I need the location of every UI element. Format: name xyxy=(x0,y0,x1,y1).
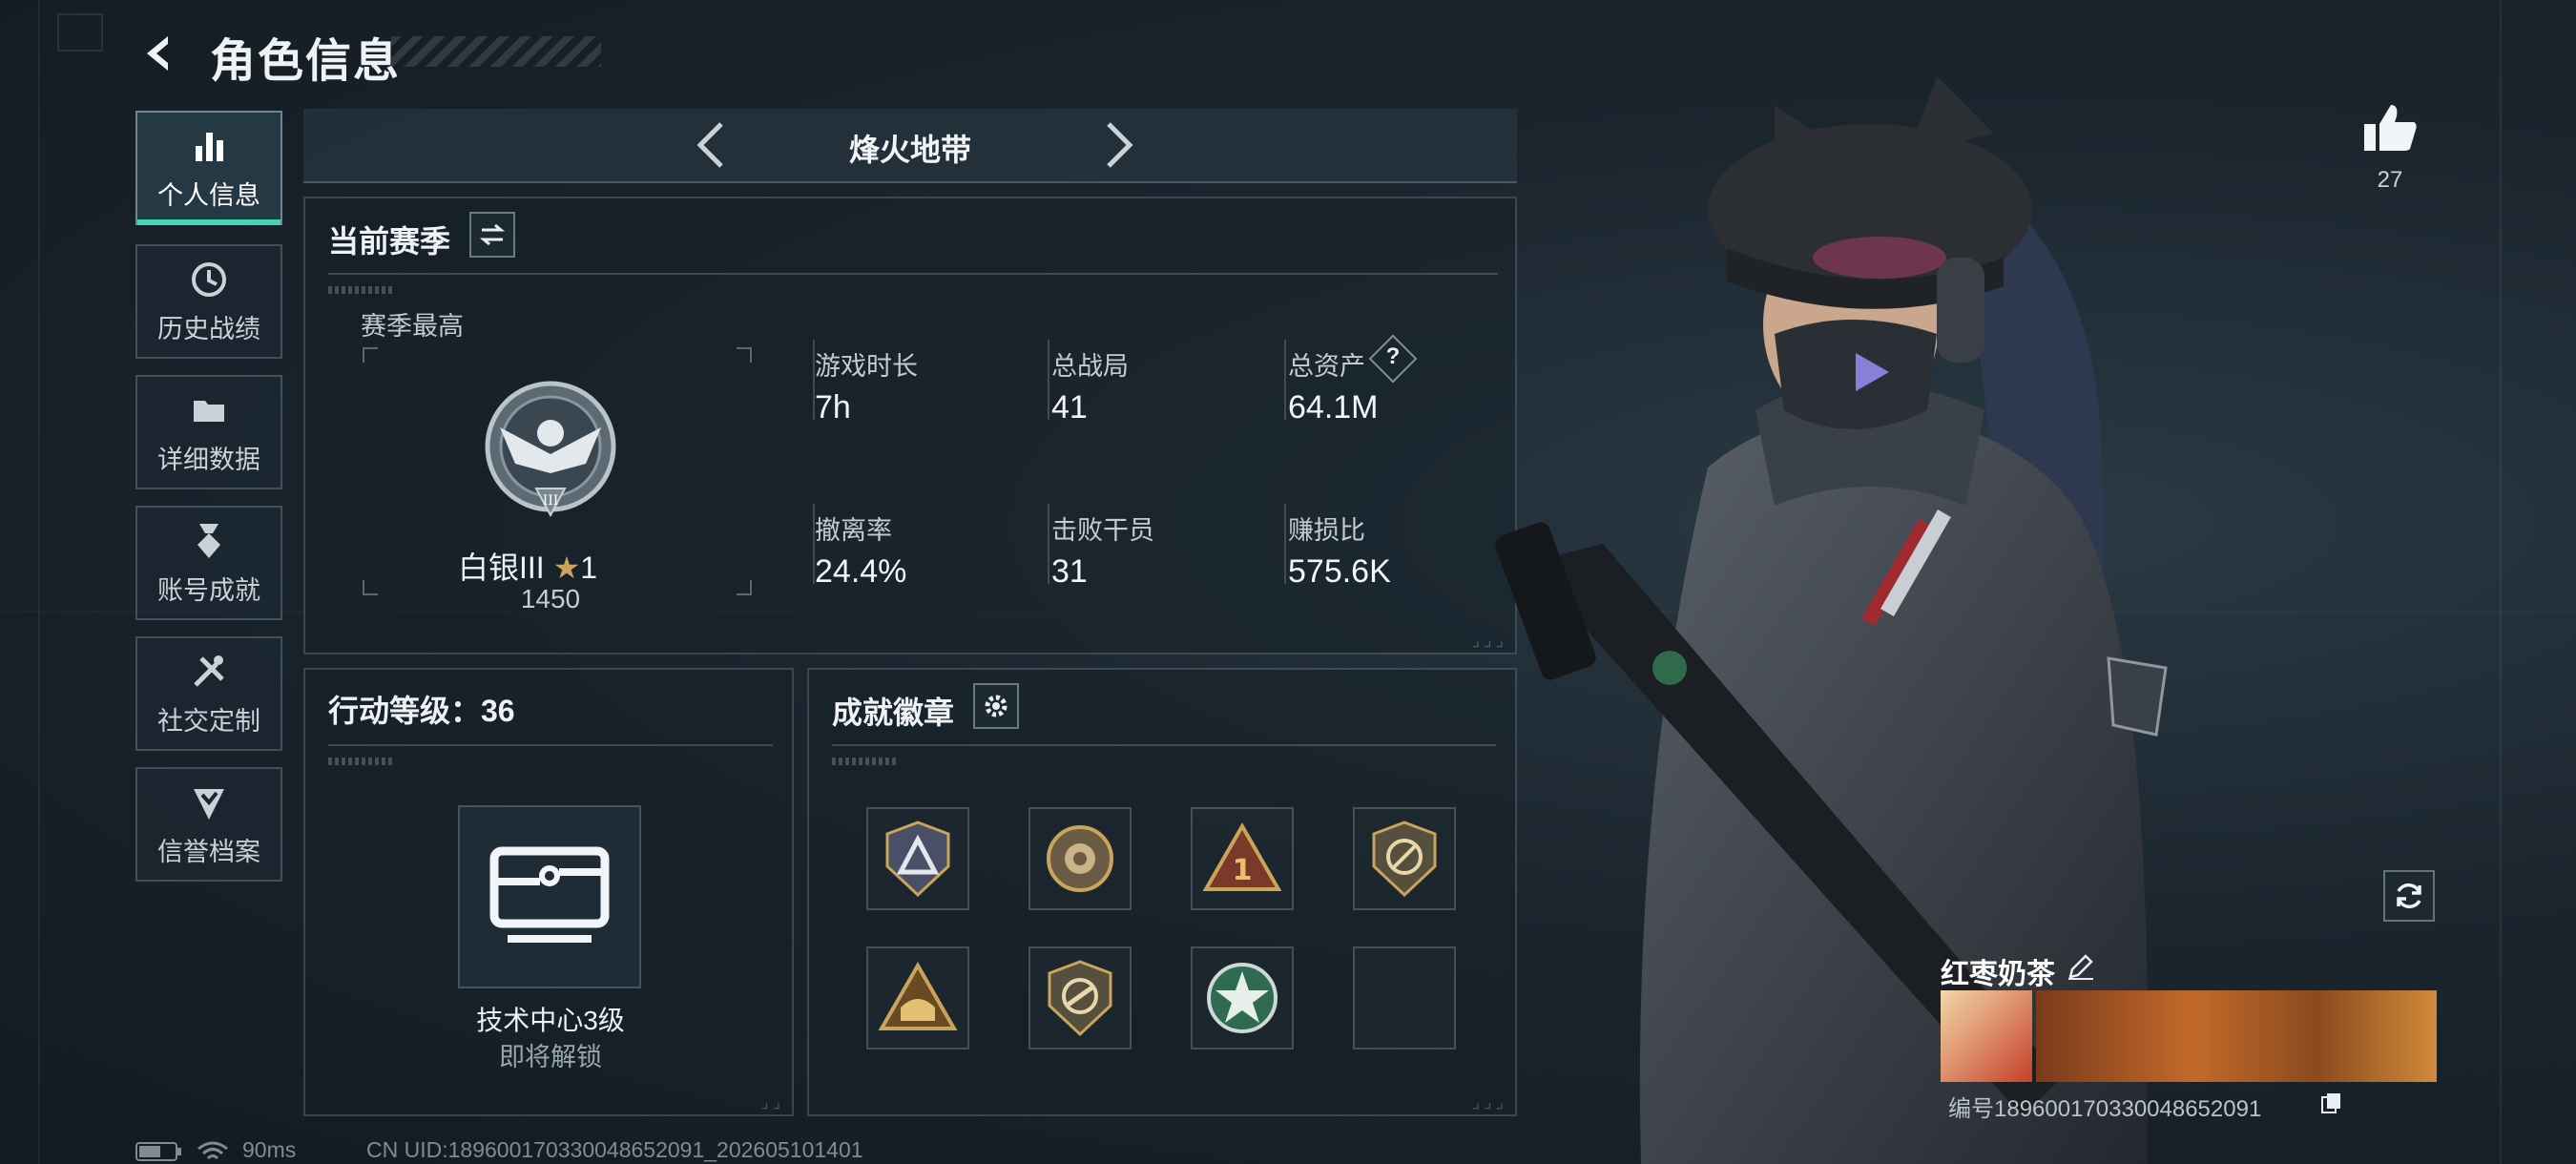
rank-score: 1450 xyxy=(520,584,581,613)
green-star-badge-icon xyxy=(1207,963,1278,1033)
unlock-item-tile[interactable] xyxy=(458,805,641,988)
knife-shield-badge-icon xyxy=(1048,960,1112,1037)
nickname: 红枣奶茶 xyxy=(1941,959,2055,990)
next-mode-arrow-icon[interactable] xyxy=(1088,116,1145,174)
action-level-panel: 行动等级：36 技术中心3级 即将解锁 ⌟⌟ xyxy=(303,668,794,1116)
decoration xyxy=(328,286,395,294)
mode-selector: 烽火地带 xyxy=(303,109,1517,183)
help-icon: ? xyxy=(1385,343,1401,369)
badge-settings-button[interactable] xyxy=(973,683,1019,729)
name-card: 红枣奶茶 编号1896001703300486520​91 xyxy=(1941,946,2437,1156)
achievements-panel: 成就徽章 1 ⌟⌟⌟ xyxy=(807,668,1517,1116)
sidebar-item-label: 个人信息 xyxy=(157,180,260,210)
edit-pencil-icon[interactable] xyxy=(2067,952,2095,981)
sidebar-item-history[interactable]: 历史战绩 xyxy=(135,244,282,359)
achievements-title: 成就徽章 xyxy=(832,696,955,730)
empty-badge-slot[interactable] xyxy=(1353,946,1456,1050)
stat-label: 击败干员 xyxy=(1051,516,1154,545)
achievement-badge[interactable] xyxy=(866,946,969,1050)
elephant-badge-icon xyxy=(878,962,958,1030)
season-best-label: 赛季最高 xyxy=(361,312,464,341)
back-button[interactable] xyxy=(134,27,187,80)
sidebar-item-personal-info[interactable]: 个人信息 xyxy=(135,111,282,225)
achievement-badge[interactable] xyxy=(1028,946,1132,1050)
stat-label: 总战局 xyxy=(1051,352,1129,381)
sidebar-item-credit[interactable]: 信誉档案 xyxy=(135,767,282,882)
achievement-badge[interactable] xyxy=(1028,807,1132,910)
uid-readout: CN UID:18960017033004865209​1_2026051014… xyxy=(366,1137,863,1162)
sidebar-item-detail-data[interactable]: 详细数据 xyxy=(135,375,282,489)
mode-label: 烽火地带 xyxy=(848,133,971,167)
rank-line: 白银III ★1 xyxy=(458,544,643,588)
rank-name: 白银III xyxy=(458,551,545,585)
wifi-icon xyxy=(197,1141,228,1160)
svg-text:1: 1 xyxy=(1233,854,1253,887)
thumbs-up-icon xyxy=(2364,105,2417,151)
battery-icon xyxy=(135,1142,181,1161)
back-arrow-icon xyxy=(147,36,168,71)
sidebar-item-achievements[interactable]: 账号成就 xyxy=(135,506,282,620)
stat-value: 64.1M xyxy=(1288,389,1379,426)
sidebar-item-label: 账号成就 xyxy=(157,575,260,605)
player-id: 编号1896001703300486520​91 xyxy=(1948,1096,2262,1122)
stat-value: 575.6K xyxy=(1288,553,1391,590)
switch-season-button[interactable] xyxy=(469,212,515,258)
rank-stars: 1 xyxy=(580,551,598,585)
achievement-badge[interactable] xyxy=(866,807,969,910)
ping-readout: 90ms xyxy=(242,1137,297,1162)
svg-text:III: III xyxy=(543,493,559,509)
stat-label: 撤离率 xyxy=(815,516,892,545)
refresh-icon xyxy=(2397,883,2421,909)
bar-chart-icon xyxy=(196,132,223,161)
stat-value: 24.4% xyxy=(815,553,907,590)
rose-emblem-badge-icon xyxy=(1047,825,1113,892)
like-button[interactable]: 27 xyxy=(2357,103,2423,194)
title-decoration xyxy=(391,36,601,67)
gear-icon xyxy=(985,695,1008,717)
stat-label: 总资产 xyxy=(1288,352,1365,381)
achievement-badge[interactable]: 1 xyxy=(1191,807,1294,910)
tools-icon xyxy=(194,655,224,687)
name-card-banner xyxy=(2036,990,2437,1082)
shield-check-icon xyxy=(194,788,224,820)
rank-emblem-icon: III xyxy=(485,381,616,518)
unlock-name: 技术中心3级 xyxy=(476,1006,625,1035)
copy-icon[interactable] xyxy=(2320,1091,2343,1114)
stat-value: 41 xyxy=(1051,389,1088,426)
page-title: 角色信息 xyxy=(210,36,402,87)
like-count: 27 xyxy=(2377,167,2403,193)
history-clock-icon xyxy=(192,261,226,297)
sidebar-item-social[interactable]: 社交定制 xyxy=(135,636,282,751)
swap-arrows-icon xyxy=(479,223,506,246)
unlock-status: 即将解锁 xyxy=(499,1043,602,1071)
medal-icon xyxy=(197,523,220,558)
computer-terminal-icon xyxy=(489,846,610,943)
rank-star-icon: ★ xyxy=(552,551,581,585)
folder-icon xyxy=(194,400,224,422)
sidebar-item-label: 信誉档案 xyxy=(157,837,260,866)
season-panel: 当前赛季 赛季最高 III 白银III ★1 1450 游戏时长 7h 总战局 … xyxy=(303,197,1517,655)
achievement-badge[interactable] xyxy=(1353,807,1456,910)
sidebar-item-label: 社交定制 xyxy=(157,706,260,736)
stat-value: 31 xyxy=(1051,553,1088,590)
season-title: 当前赛季 xyxy=(328,224,451,259)
triangle-badge-icon xyxy=(885,821,950,898)
action-level-title: 行动等级：36 xyxy=(328,694,515,728)
stat-value: 7h xyxy=(815,389,851,426)
sidebar-item-label: 历史战绩 xyxy=(157,314,260,343)
refresh-button[interactable] xyxy=(2383,870,2435,922)
stat-label: 游戏时长 xyxy=(815,352,918,381)
achievement-badge[interactable] xyxy=(1191,946,1294,1050)
number-one-badge-icon: 1 xyxy=(1202,822,1282,891)
sidebar-item-label: 详细数据 xyxy=(157,445,260,474)
avatar[interactable] xyxy=(1941,990,2032,1082)
stat-label: 赚损比 xyxy=(1288,516,1365,545)
no-gun-shield-badge-icon xyxy=(1372,821,1437,898)
